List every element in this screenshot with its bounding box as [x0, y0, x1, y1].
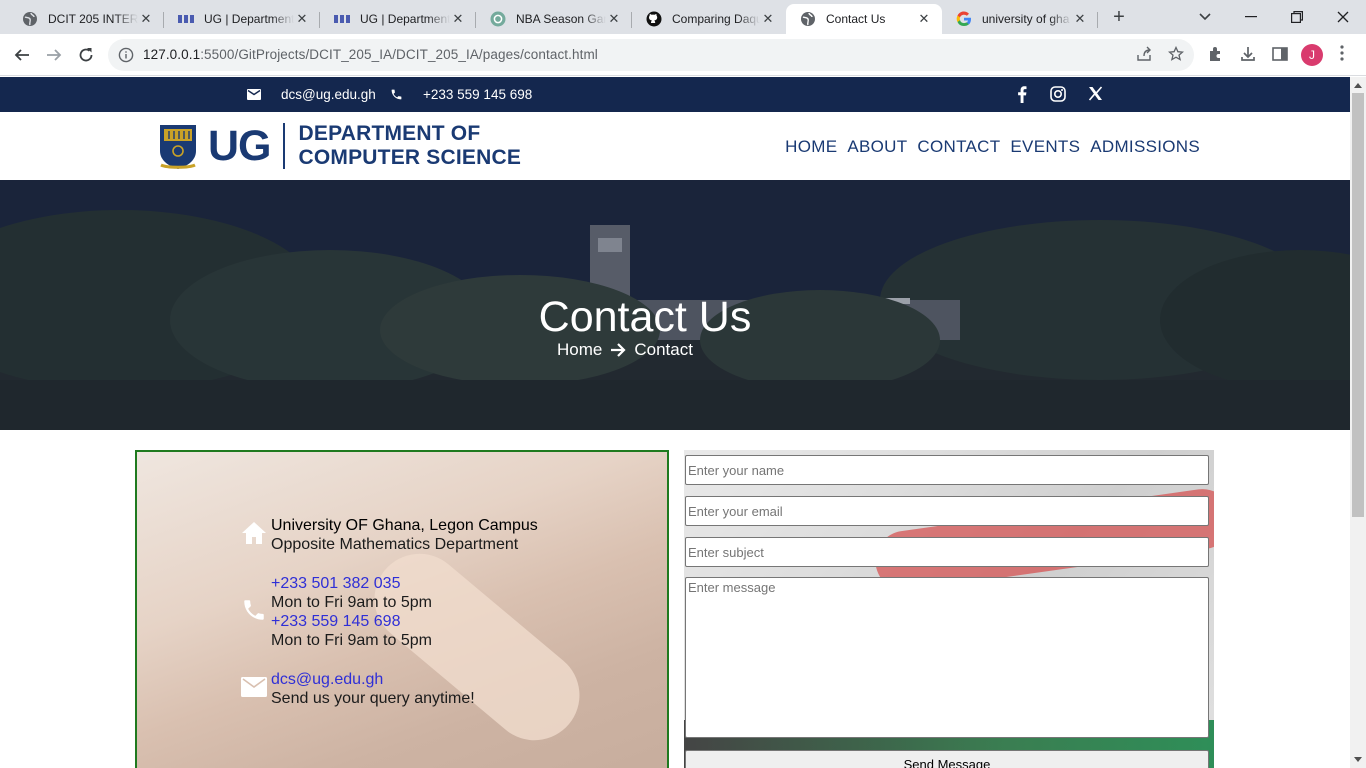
site-favicon-icon: [178, 11, 194, 27]
google-icon: [956, 11, 972, 27]
name-input[interactable]: [685, 455, 1209, 485]
browser-tab[interactable]: UG | Department ✕: [164, 4, 320, 34]
arrow-right-icon: [611, 343, 626, 357]
close-tab-icon[interactable]: ✕: [138, 11, 154, 27]
close-tab-icon[interactable]: ✕: [606, 11, 622, 27]
browser-tab-active[interactable]: Contact Us ✕: [786, 4, 942, 34]
github-icon: [646, 11, 662, 27]
url-text: 127.0.0.1:5500/GitProjects/DCIT_205_IA/D…: [143, 47, 598, 62]
subject-input[interactable]: [685, 537, 1209, 567]
phone-link-1[interactable]: +233 501 382 035: [271, 574, 432, 593]
browser-tab[interactable]: UG | Department ✕: [320, 4, 476, 34]
contact-form: Send Message: [684, 450, 1214, 768]
email-input[interactable]: [685, 496, 1209, 526]
site-logo[interactable]: UG DEPARTMENT OF COMPUTER SCIENCE: [158, 121, 521, 171]
browser-tab[interactable]: Comparing Daqu ✕: [632, 4, 786, 34]
restore-button[interactable]: [1274, 0, 1320, 34]
new-tab-button[interactable]: +: [1108, 6, 1130, 28]
main-nav: HOME ABOUT CONTACT EVENTS ADMISSIONS: [785, 137, 1200, 157]
page-scrollbar[interactable]: [1350, 77, 1366, 768]
address-bar[interactable]: 127.0.0.1:5500/GitProjects/DCIT_205_IA/D…: [108, 39, 1194, 71]
phone-icon: [391, 89, 402, 100]
site-header: UG DEPARTMENT OF COMPUTER SCIENCE HOME A…: [0, 112, 1350, 180]
envelope-icon: [247, 89, 261, 100]
facebook-icon[interactable]: [1017, 86, 1027, 106]
nav-admissions[interactable]: ADMISSIONS: [1090, 137, 1200, 157]
back-button[interactable]: [10, 43, 34, 67]
browser-tab[interactable]: NBA Season Gam ✕: [476, 4, 632, 34]
minimize-button[interactable]: [1228, 0, 1274, 34]
hero-banner: Contact Us Home Contact: [0, 180, 1350, 430]
message-textarea[interactable]: [685, 577, 1209, 738]
forward-button[interactable]: [42, 43, 66, 67]
browser-toolbar: 127.0.0.1:5500/GitProjects/DCIT_205_IA/D…: [0, 34, 1366, 76]
breadcrumb-home[interactable]: Home: [557, 340, 602, 360]
nav-home[interactable]: HOME: [785, 137, 837, 157]
envelope-icon: [241, 676, 271, 702]
send-message-button[interactable]: Send Message: [685, 750, 1209, 768]
email-link[interactable]: dcs@ug.edu.gh: [271, 670, 475, 689]
page-viewport: dcs@ug.edu.gh +233 559 145 698 UG DEPART…: [0, 77, 1350, 768]
globe-icon: [22, 11, 38, 27]
nav-events[interactable]: EVENTS: [1010, 137, 1080, 157]
nav-contact[interactable]: CONTACT: [917, 137, 1000, 157]
x-twitter-icon[interactable]: [1088, 86, 1103, 104]
department-name: DEPARTMENT OF COMPUTER SCIENCE: [298, 122, 522, 169]
menu-kebab-icon[interactable]: [1340, 45, 1344, 66]
contact-top-bar: dcs@ug.edu.gh +233 559 145 698: [0, 77, 1350, 112]
breadcrumb-current: Contact: [634, 340, 693, 359]
topbar-phone[interactable]: +233 559 145 698: [390, 87, 532, 102]
site-info-icon[interactable]: [118, 47, 134, 68]
instagram-icon[interactable]: [1050, 86, 1066, 105]
contact-info-panel: University OF Ghana, Legon Campus Opposi…: [135, 450, 669, 768]
side-panel-icon[interactable]: [1271, 45, 1289, 68]
bookmark-star-icon[interactable]: [1167, 45, 1185, 67]
globe-icon: [800, 11, 816, 27]
close-tab-icon[interactable]: ✕: [450, 11, 466, 27]
browser-tab[interactable]: university of gha ✕: [942, 4, 1098, 34]
close-tab-icon[interactable]: ✕: [294, 11, 310, 27]
topbar-email[interactable]: dcs@ug.edu.gh: [247, 87, 376, 102]
nav-about[interactable]: ABOUT: [847, 137, 907, 157]
phone-link-2[interactable]: +233 559 145 698: [271, 612, 432, 631]
close-tab-icon[interactable]: ✕: [916, 11, 932, 27]
breadcrumb: Home Contact: [557, 340, 693, 360]
page-title: Contact Us: [538, 293, 752, 341]
download-icon[interactable]: [1239, 45, 1257, 68]
phone-icon: [241, 597, 271, 628]
scroll-up-icon[interactable]: [1354, 83, 1362, 88]
reload-button[interactable]: [74, 43, 98, 67]
share-icon[interactable]: [1136, 46, 1152, 67]
extensions-icon[interactable]: [1207, 45, 1225, 68]
address-block: University OF Ghana, Legon Campus Opposi…: [241, 516, 538, 554]
profile-avatar[interactable]: J: [1301, 44, 1323, 66]
scrollbar-thumb[interactable]: [1352, 93, 1364, 517]
tab-search-icon[interactable]: [1182, 0, 1228, 34]
close-tab-icon[interactable]: ✕: [1072, 11, 1088, 27]
browser-tab-strip: DCIT 205 INTERIM ✕ UG | Department ✕ UG …: [0, 0, 1366, 34]
scroll-down-icon[interactable]: [1354, 757, 1362, 762]
close-window-button[interactable]: [1320, 0, 1366, 34]
browser-tab[interactable]: DCIT 205 INTERIM ✕: [8, 4, 164, 34]
home-icon: [241, 521, 271, 550]
email-block: dcs@ug.edu.gh Send us your query anytime…: [241, 670, 475, 708]
contact-section: University OF Ghana, Legon Campus Opposi…: [0, 430, 1350, 768]
site-favicon-icon: [334, 11, 350, 27]
chatgpt-icon: [490, 11, 506, 27]
phone-block: +233 501 382 035 Mon to Fri 9am to 5pm +…: [241, 574, 432, 650]
close-tab-icon[interactable]: ✕: [760, 11, 776, 27]
ug-crest-icon: [160, 125, 196, 169]
